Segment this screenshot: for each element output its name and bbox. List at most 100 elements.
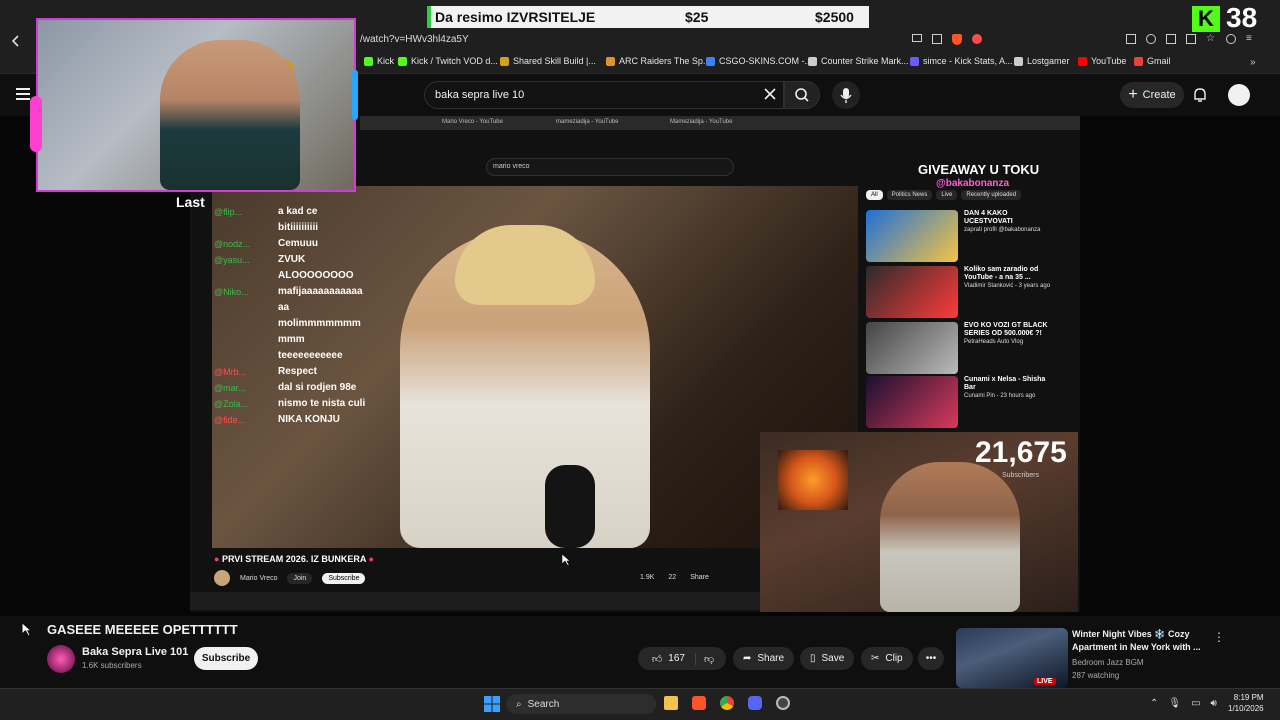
system-tray: ⌃ 🎙︎ ▭ 🔊︎ bbox=[1150, 698, 1217, 709]
chat-text: mafijaaaaaaaaaaa bbox=[278, 286, 363, 297]
discord-icon[interactable] bbox=[748, 696, 762, 710]
related-video-meta: Vladimir Stanković - 3 years ago bbox=[964, 283, 1051, 289]
notifications-bell-icon[interactable] bbox=[1193, 87, 1207, 103]
clear-search-icon[interactable] bbox=[763, 87, 777, 101]
ticker-amount-current: $25 bbox=[685, 9, 709, 25]
voice-search-button[interactable] bbox=[832, 81, 860, 109]
sidebar-icon[interactable] bbox=[1166, 34, 1176, 44]
clock-time: 8:19 PM bbox=[1233, 693, 1264, 702]
chat-text: bitiiiiiiiiii bbox=[278, 222, 318, 233]
share-button[interactable]: ➦ Share bbox=[733, 647, 795, 670]
channel-name[interactable]: Baka Sepra Live 101 bbox=[82, 646, 188, 658]
related-video-meta: Cunami Pin - 23 hours ago bbox=[964, 393, 1036, 399]
bookmark-item[interactable]: ARC Raiders The Sp... bbox=[606, 56, 710, 66]
chat-text: NIKA KONJU bbox=[278, 414, 340, 425]
more-bookmarks-chevron-icon[interactable]: » bbox=[1250, 57, 1256, 68]
neon-light bbox=[30, 96, 42, 152]
streamer-webcam-figure bbox=[160, 40, 300, 190]
brave-shield-icon[interactable] bbox=[952, 34, 962, 45]
bookmark-icon: ▯ bbox=[810, 653, 816, 664]
subscribe-button[interactable]: Subscribe bbox=[194, 647, 258, 670]
channel-avatar[interactable] bbox=[47, 645, 75, 673]
create-button[interactable]: + Create bbox=[1120, 82, 1184, 108]
bookmark-item[interactable]: YouTube bbox=[1078, 56, 1126, 66]
chat-text: mmm bbox=[278, 334, 305, 345]
related-video-title: EVO KO VOZI GT BLACK SERIES OD 500.000€ … bbox=[964, 322, 1048, 337]
microphone-icon bbox=[840, 88, 852, 103]
microphone-tray-icon[interactable]: 🎙︎ bbox=[1168, 698, 1181, 709]
clip-button[interactable]: ✂ Clip bbox=[861, 647, 913, 670]
dislike-button[interactable]: 👎︎ bbox=[696, 653, 722, 665]
bookmark-favicon-icon bbox=[808, 56, 817, 66]
obs-icon[interactable] bbox=[776, 696, 790, 710]
vpn-icon[interactable] bbox=[1226, 34, 1236, 44]
more-vertical-icon[interactable]: ⋮ bbox=[1213, 630, 1225, 644]
browser-toolbar-icons bbox=[912, 34, 982, 45]
captured-tab: Mameziadija - YouTube bbox=[670, 119, 733, 125]
taskbar-search[interactable]: ⌕ Search bbox=[506, 694, 656, 714]
streamer-hair bbox=[455, 225, 595, 305]
brave-browser-icon[interactable] bbox=[692, 696, 706, 710]
brave-rewards-icon[interactable] bbox=[972, 34, 982, 44]
chat-username: @Zola... bbox=[214, 399, 249, 409]
search-button[interactable] bbox=[784, 81, 820, 109]
bookmark-item[interactable]: Lostgamer bbox=[1014, 56, 1070, 66]
windows-start-icon[interactable] bbox=[484, 696, 500, 712]
bookmark-item[interactable]: simce - Kick Stats, A... bbox=[910, 56, 1013, 66]
bookmark-item[interactable]: Shared Skill Build |... bbox=[500, 56, 596, 66]
chat-text: ALOOOOOOOO bbox=[278, 270, 354, 281]
like-dislike-group: 👍︎ 167 👎︎ bbox=[638, 647, 726, 670]
save-button[interactable]: ▯ Save bbox=[800, 647, 855, 670]
more-actions-button[interactable]: ••• bbox=[918, 647, 944, 670]
bookmark-label: Lostgamer bbox=[1027, 56, 1070, 66]
captured-tab: Mario Vreco - YouTube bbox=[442, 119, 503, 125]
share-page-icon[interactable] bbox=[932, 34, 942, 44]
thumbs-up-icon: 👍︎ bbox=[651, 653, 663, 665]
account-avatar[interactable] bbox=[1228, 84, 1250, 106]
url-text[interactable]: /watch?v=HWv3hl4za5Y bbox=[360, 34, 469, 45]
cast-icon[interactable] bbox=[912, 34, 922, 42]
volume-icon[interactable]: 🔊︎ bbox=[1211, 698, 1217, 709]
video-title: GASEEE MEEEEE OPETTTTTT bbox=[47, 622, 238, 637]
bookmark-item[interactable]: Kick / Twitch VOD d... bbox=[398, 56, 498, 66]
tab-search-icon[interactable] bbox=[1126, 34, 1136, 44]
menu-icon[interactable]: ≡ bbox=[1246, 34, 1256, 44]
stream-title-text: PRVI STREAM 2026. IZ BUNKERA bbox=[221, 554, 366, 564]
share-icon: ➦ bbox=[743, 653, 752, 664]
music-icon[interactable] bbox=[1146, 34, 1156, 44]
guest-figure bbox=[880, 462, 1020, 612]
bookmark-favicon-icon bbox=[910, 56, 919, 66]
live-dot-icon: ● bbox=[368, 554, 374, 564]
like-button[interactable]: 👍︎ 167 bbox=[642, 652, 696, 665]
up-next-title[interactable]: Winter Night Vibes ❄️ Cozy Apartment in … bbox=[1072, 628, 1206, 654]
system-clock[interactable]: 8:19 PM 1/10/2026 bbox=[1228, 692, 1264, 714]
youtube-search-input[interactable]: baka sepra live 10 bbox=[424, 81, 784, 109]
bookmark-item[interactable]: Gmail bbox=[1134, 56, 1171, 66]
chat-text: ZVUK bbox=[278, 254, 306, 265]
related-video-text: DAN 4 KAKO UCESTVOVATI zaprati profil @ba… bbox=[964, 210, 1054, 262]
bookmark-favicon-icon bbox=[398, 56, 407, 66]
chevron-up-icon[interactable]: ⌃ bbox=[1150, 698, 1158, 709]
bookmark-star-icon[interactable]: ☆ bbox=[1206, 34, 1216, 44]
live-dot-icon: ● bbox=[214, 554, 220, 564]
captured-taskbar bbox=[190, 592, 762, 610]
chat-username: @mar... bbox=[214, 383, 246, 393]
subscriber-counter-label: Subscribers bbox=[1002, 472, 1039, 479]
back-arrow-icon[interactable] bbox=[8, 33, 24, 49]
network-icon[interactable]: ▭ bbox=[1191, 698, 1200, 709]
chrome-icon[interactable] bbox=[720, 696, 734, 710]
chat-text: teeeeeeeeeee bbox=[278, 350, 343, 361]
chat-username: @yasu... bbox=[214, 255, 250, 265]
wallet-icon[interactable] bbox=[1186, 34, 1196, 44]
mouse-cursor-icon bbox=[22, 623, 31, 636]
bookmark-item[interactable]: Counter Strike Mark... bbox=[808, 56, 909, 66]
chat-username bbox=[214, 348, 274, 364]
plus-icon: + bbox=[1128, 86, 1138, 103]
chat-message: molimmmmmmm bbox=[214, 316, 404, 332]
chat-username bbox=[214, 316, 274, 332]
hamburger-menu-icon[interactable] bbox=[16, 88, 30, 100]
ticker-progress-bar bbox=[427, 6, 431, 28]
bookmark-item[interactable]: Kick bbox=[364, 56, 394, 66]
file-explorer-icon[interactable] bbox=[664, 696, 678, 710]
bookmark-item[interactable]: CSGO-SKINS.COM -... bbox=[706, 56, 812, 66]
